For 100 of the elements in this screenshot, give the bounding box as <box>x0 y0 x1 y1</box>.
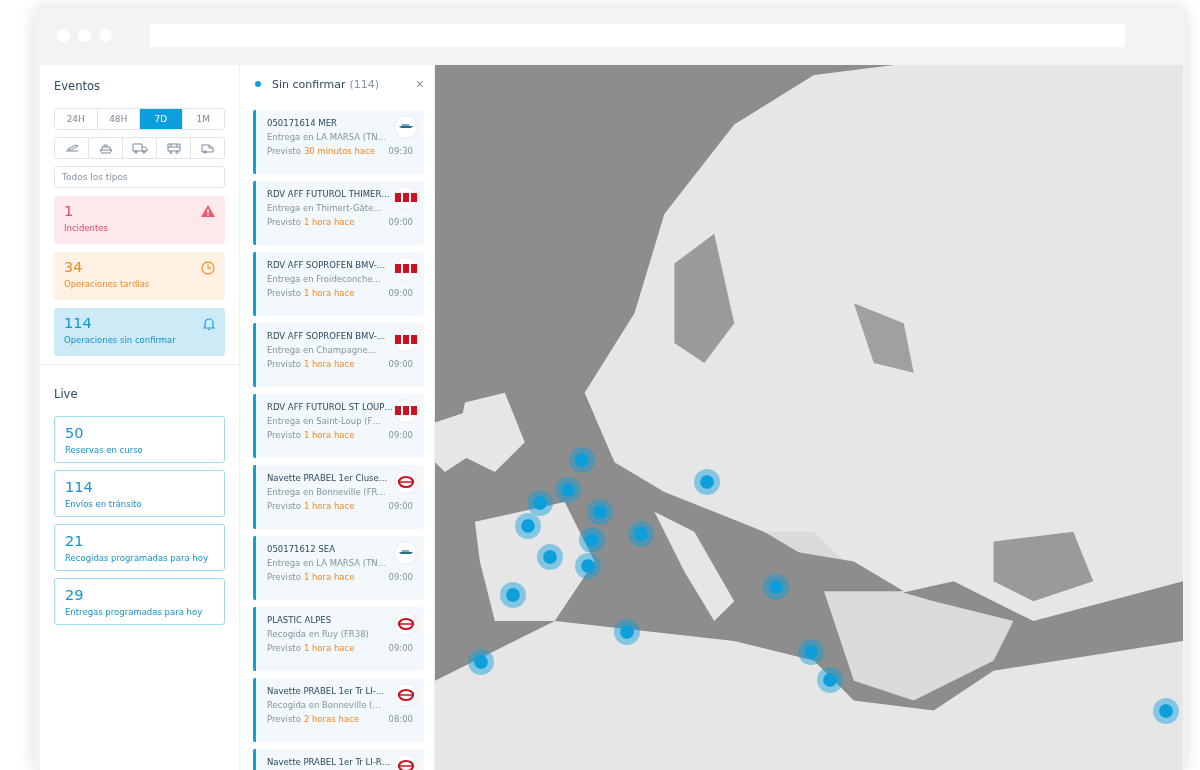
type-select[interactable]: Todos los tipos <box>54 166 225 188</box>
operation-title: Navette PRABEL 1er Tr LI-R… <box>267 757 391 767</box>
event-stat-card[interactable]: 34 Operaciones tardías <box>54 252 225 300</box>
operation-place: Entrega en Thimert-Gâte… <box>267 203 383 213</box>
ship-icon <box>97 142 114 154</box>
time-ago: 1 hora hace <box>303 572 355 582</box>
operation-place: Entrega en Froideconche… <box>267 274 383 284</box>
event-stat-card[interactable]: 114 Operaciones sin confirmar <box>54 308 225 356</box>
train-icon <box>165 142 182 154</box>
operation-title: Navette PRABEL 1er Cluse… <box>267 473 389 483</box>
carrier-logo-icon <box>394 399 418 423</box>
warning-icon <box>201 205 215 217</box>
scheduled-label: Previsto <box>267 288 301 298</box>
operation-title: 050171612 SEA <box>267 544 336 554</box>
operation-title: 050171614 MER <box>267 118 338 128</box>
scheduled-time: 08:00 <box>388 714 413 724</box>
scheduled-label: Previsto <box>267 359 301 369</box>
stat-count: 21 <box>65 533 85 549</box>
live-stat-card[interactable]: 29 Entregas programadas para hoy <box>54 578 225 625</box>
stat-count: 1 <box>64 203 75 219</box>
truck-icon <box>131 142 148 154</box>
scheduled-time: 09:00 <box>388 217 413 227</box>
stat-label: Recogidas programadas para hoy <box>65 553 209 563</box>
operation-title: RDV AFF SOPROFEN BMV-… <box>267 260 387 270</box>
scheduled-label: Previsto <box>267 217 301 227</box>
operation-card[interactable]: Navette PRABEL 1er Tr LI-R… <box>253 749 424 770</box>
operation-card[interactable]: RDV AFF SOPROFEN BMV-… Entrega en Froideconche… Previsto 1 hora hace 09:00 <box>253 252 424 316</box>
live-stat-card[interactable]: 50 Reservas en curso <box>54 416 225 463</box>
carrier-logo-icon <box>394 683 418 707</box>
scheduled-label: Previsto <box>267 430 301 440</box>
operation-title: Navette PRABEL 1er Tr LI-… <box>267 686 386 696</box>
stat-label: Incidentes <box>64 223 108 233</box>
operation-card[interactable]: 050171614 MER Entrega en LA MARSA (TN… Previsto 30 minutos hace 09:30 <box>253 110 424 174</box>
time-ago: 1 hora hace <box>303 643 355 653</box>
event-stat-card[interactable]: 1 Incidentes <box>54 196 225 244</box>
scheduled-time: 09:00 <box>388 501 413 511</box>
list-count: (114) <box>349 77 380 91</box>
bell-icon <box>203 317 215 331</box>
operation-card[interactable]: RDV AFF SOPROFEN BMV-… Entrega en Champagne… Previsto 1 hora hace 09:00 <box>253 323 424 387</box>
scheduled-time: 09:00 <box>388 359 413 369</box>
carrier-logo-icon <box>394 328 418 352</box>
van-icon <box>199 142 216 154</box>
stat-label: Entregas programadas para hoy <box>65 607 204 617</box>
stat-label: Operaciones tardías <box>64 279 150 289</box>
carrier-logo-icon <box>394 470 418 494</box>
scheduled-label: Previsto <box>267 714 301 724</box>
time-ago: 1 hora hace <box>303 501 355 511</box>
scheduled-time: 09:00 <box>388 643 413 653</box>
plane-icon <box>63 142 80 154</box>
operation-card[interactable]: Navette PRABEL 1er Cluse… Entrega en Bonneville (FR… Previsto 1 hora hace 09:00 <box>253 465 424 529</box>
stat-count: 50 <box>65 425 85 441</box>
stat-label: Reservas en curso <box>65 445 144 455</box>
operation-place: Entrega en LA MARSA (TN… <box>267 558 388 568</box>
operation-title: RDV AFF FUTUROL THIMER… <box>267 189 391 199</box>
period-tab[interactable]: 24H <box>55 109 98 129</box>
operation-title: RDV AFF SOPROFEN BMV-… <box>267 331 387 341</box>
time-ago: 1 hora hace <box>303 288 355 298</box>
stat-count: 34 <box>64 259 84 275</box>
period-tab[interactable]: 7D <box>140 109 183 129</box>
time-ago: 1 hora hace <box>303 217 355 227</box>
list-title: Sin confirmar <box>272 77 346 91</box>
scheduled-label: Previsto <box>267 572 301 582</box>
live-stat-card[interactable]: 21 Recogidas programadas para hoy <box>54 524 225 571</box>
section-title: Live <box>54 387 79 401</box>
carrier-logo-icon <box>394 115 418 139</box>
operation-place: Entrega en Champagne… <box>267 345 378 355</box>
stat-count: 114 <box>64 315 93 331</box>
scheduled-label: Previsto <box>267 643 301 653</box>
section-title: Eventos <box>54 79 101 93</box>
operation-card[interactable]: PLASTIC ALPES Recogida en Ruy (FR38) Previsto 1 hora hace 09:00 <box>253 607 424 671</box>
carrier-logo-icon <box>394 612 418 636</box>
status-dot <box>255 81 261 87</box>
time-ago: 1 hora hace <box>303 359 355 369</box>
operation-title: PLASTIC ALPES <box>267 615 333 625</box>
carrier-logo-icon <box>394 541 418 565</box>
operation-place: Recogida en Ruy (FR38) <box>267 629 370 639</box>
scheduled-time: 09:00 <box>388 288 413 298</box>
scheduled-time: 09:00 <box>388 572 413 582</box>
operation-card[interactable]: 050171612 SEA Entrega en LA MARSA (TN… Previsto 1 hora hace 09:00 <box>253 536 424 600</box>
clock-icon <box>201 261 215 275</box>
plane-filter-button[interactable] <box>55 138 89 158</box>
carrier-logo-icon <box>394 257 418 281</box>
operation-place: Entrega en Bonneville (FR… <box>267 487 387 497</box>
scheduled-time: 09:30 <box>388 146 413 156</box>
time-ago: 2 horas hace <box>303 714 359 724</box>
operation-card[interactable]: RDV AFF FUTUROL THIMER… Entrega en Thimert-Gâte… Previsto 1 hora hace 09:00 <box>253 181 424 245</box>
scheduled-label: Previsto <box>267 501 301 511</box>
stat-label: Operaciones sin confirmar <box>64 335 176 345</box>
live-stat-card[interactable]: 114 Envíos en tránsito <box>54 470 225 517</box>
operation-card[interactable]: RDV AFF FUTUROL ST LOUP… Entrega en Saint-Loup (F… Previsto 1 hora hace 09:00 <box>253 394 424 458</box>
stat-label: Envíos en tránsito <box>65 499 143 509</box>
time-ago: 30 minutos hace <box>303 146 375 156</box>
scheduled-time: 09:00 <box>388 430 413 440</box>
operation-place: Entrega en LA MARSA (TN… <box>267 132 388 142</box>
operation-card[interactable]: Navette PRABEL 1er Tr LI-… Recogida en Bonneville (… Previsto 2 horas hace 08:00 <box>253 678 424 742</box>
close-button[interactable]: × <box>415 76 424 92</box>
stat-count: 29 <box>65 587 85 603</box>
carrier-logo-icon <box>394 186 418 210</box>
operation-place: Recogida en Bonneville (… <box>267 700 382 710</box>
operation-title: RDV AFF FUTUROL ST LOUP… <box>267 402 394 412</box>
